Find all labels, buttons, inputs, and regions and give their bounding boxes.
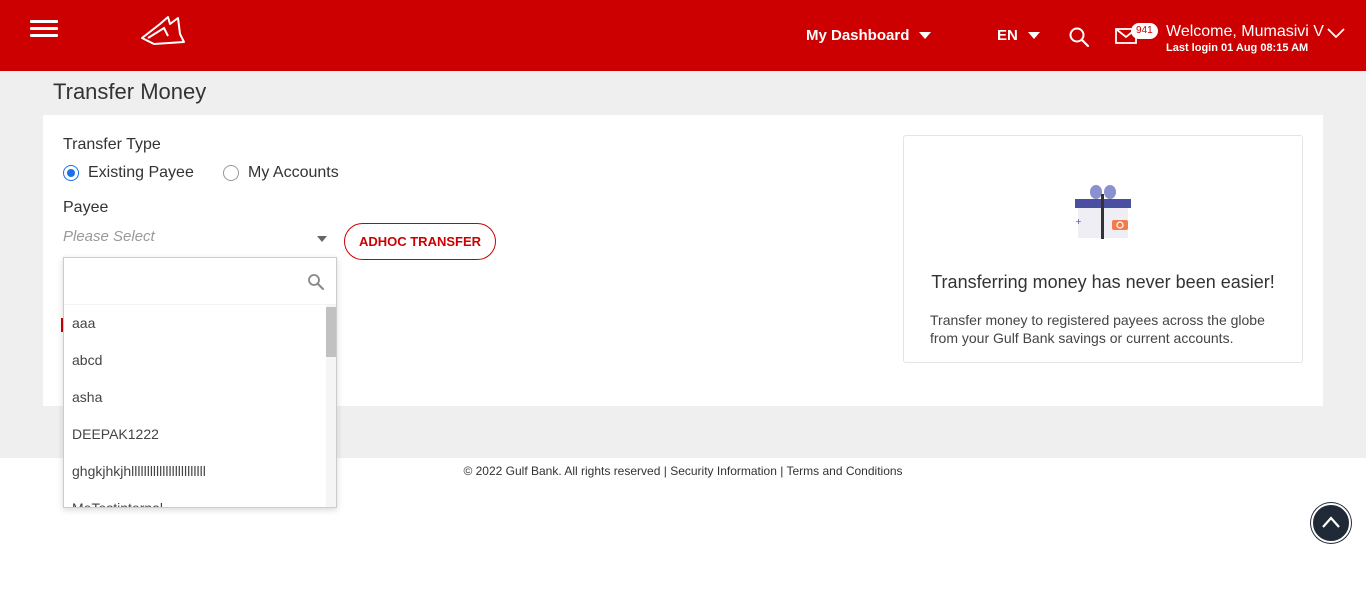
payee-label: Payee: [63, 199, 109, 216]
mail-count-badge: 941: [1131, 23, 1158, 39]
radio-label: My Accounts: [248, 164, 339, 181]
language-selector[interactable]: EN: [997, 27, 1040, 44]
page-title: Transfer Money: [53, 79, 207, 104]
dropdown-search-input[interactable]: [70, 266, 300, 296]
footer-separator: |: [660, 464, 671, 478]
gulf-bank-logo[interactable]: [138, 14, 186, 48]
dropdown-item[interactable]: MeTestinternal: [64, 490, 326, 507]
info-card: + Transferring money has never been easi…: [903, 135, 1303, 363]
radio-existing-payee[interactable]: Existing Payee: [63, 164, 194, 182]
chevron-down-icon: [1027, 32, 1040, 39]
hamburger-menu-icon[interactable]: [30, 20, 58, 38]
info-description: Transfer money to registered payees acro…: [930, 312, 1265, 346]
dropdown-scrollbar[interactable]: [326, 305, 336, 507]
user-profile-menu[interactable]: Welcome, Mumasivi V Last login 01 Aug 08…: [1166, 23, 1324, 55]
language-label: EN: [997, 27, 1018, 44]
transfer-type-label: Transfer Type: [63, 136, 161, 153]
chevron-down-icon: [919, 32, 932, 39]
my-dashboard-label: My Dashboard: [806, 27, 910, 44]
welcome-text: Welcome, Mumasivi V: [1166, 23, 1324, 40]
dropdown-item[interactable]: aaa: [64, 305, 326, 342]
dropdown-item[interactable]: ghgkjhkjhllllllllllllllllllllllll: [64, 453, 326, 490]
chevron-down-icon: [317, 236, 327, 242]
payee-select[interactable]: Please Select: [63, 228, 331, 250]
scroll-to-top-button[interactable]: [1311, 503, 1351, 543]
adhoc-transfer-button[interactable]: ADHOC TRANSFER: [344, 223, 496, 260]
payee-placeholder: Please Select: [63, 228, 155, 245]
security-information-link[interactable]: Security Information: [670, 464, 777, 478]
terms-and-conditions-link[interactable]: Terms and Conditions: [786, 464, 902, 478]
radio-my-accounts[interactable]: My Accounts: [223, 164, 339, 182]
dropdown-search: [64, 258, 336, 305]
search-icon[interactable]: [1068, 26, 1090, 48]
top-header: My Dashboard EN 941 Welcome, Mumasivi V …: [0, 0, 1366, 71]
search-icon: [308, 274, 324, 290]
radio-button[interactable]: [223, 165, 239, 181]
gift-icon: +: [1075, 185, 1131, 239]
payee-dropdown: aaa abcd asha DEEPAK1222 ghgkjhkjhllllll…: [63, 257, 337, 508]
last-login-text: Last login 01 Aug 08:15 AM: [1166, 42, 1309, 54]
dropdown-item[interactable]: abcd: [64, 342, 326, 379]
dropdown-item[interactable]: asha: [64, 379, 326, 416]
radio-label: Existing Payee: [88, 164, 194, 181]
my-dashboard-menu[interactable]: My Dashboard: [806, 27, 932, 44]
dropdown-list: aaa abcd asha DEEPAK1222 ghgkjhkjhllllll…: [64, 305, 326, 507]
info-title: Transferring money has never been easier…: [931, 272, 1275, 292]
svg-text:+: +: [1075, 217, 1082, 226]
dropdown-item[interactable]: DEEPAK1222: [64, 416, 326, 453]
chevron-down-icon[interactable]: [1327, 27, 1345, 39]
radio-button-checked[interactable]: [63, 165, 79, 181]
scrollbar-thumb[interactable]: [326, 307, 336, 357]
chevron-up-icon: [1322, 516, 1340, 528]
copyright-text: © 2022 Gulf Bank. All rights reserved: [463, 464, 661, 478]
